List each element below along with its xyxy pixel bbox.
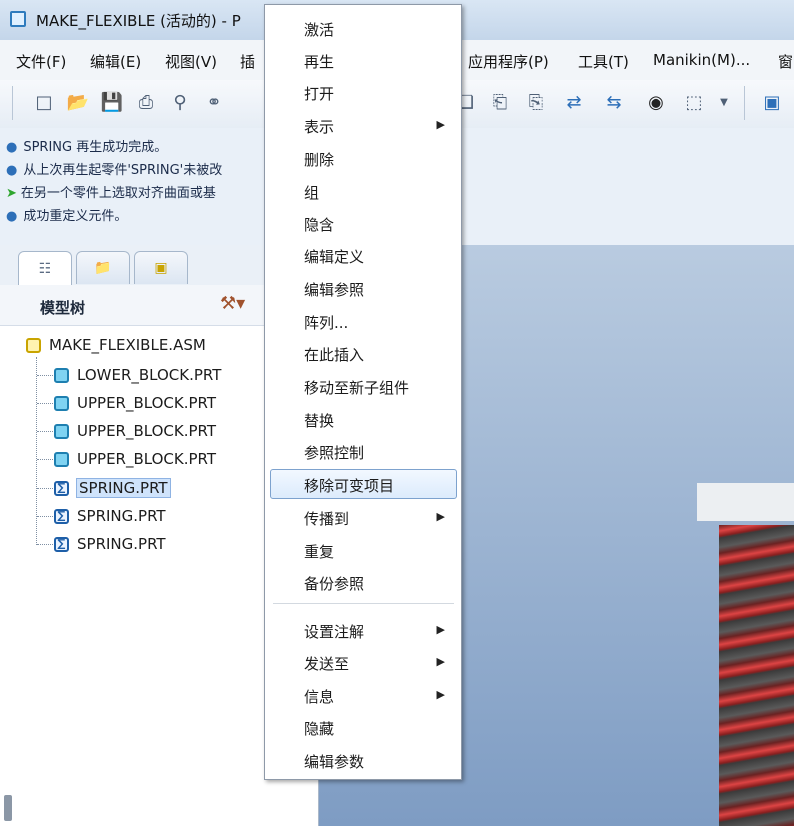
menu-separator xyxy=(273,603,454,604)
message-line: ● 成功重定义元件。 xyxy=(6,209,128,224)
tree-root-node[interactable]: MAKE_FLEXIBLE.ASM xyxy=(26,333,206,357)
tree-node-upper-block[interactable]: UPPER_BLOCK.PRT xyxy=(54,391,216,415)
menu-insert[interactable]: 插 xyxy=(240,51,255,72)
menu-item-regenerate[interactable]: 再生 xyxy=(265,45,461,75)
folder-icon: 📁 xyxy=(94,260,112,276)
menu-item-remove-flexible-items[interactable]: 移除可变项目 xyxy=(265,469,461,499)
save-icon[interactable]: 💾 xyxy=(98,88,126,116)
menu-item-delete[interactable]: 删除 xyxy=(265,143,461,173)
menu-item-repeat[interactable]: 重复 xyxy=(265,535,461,565)
menu-item-hide[interactable]: 隐藏 xyxy=(265,712,461,742)
tab-favorites[interactable]: ▣ xyxy=(134,251,188,284)
menu-edit[interactable]: 编辑(E) xyxy=(90,51,141,72)
link-icon[interactable]: ⚭ xyxy=(200,88,228,116)
menu-item-reference-control[interactable]: 参照控制 xyxy=(265,436,461,466)
window-title: MAKE_FLEXIBLE (活动的) - P xyxy=(36,12,241,30)
tree-connector xyxy=(37,544,53,546)
tree-connector xyxy=(37,431,53,433)
part-icon xyxy=(54,395,69,411)
menu-item-send-to[interactable]: 发送至 ▶ xyxy=(265,647,461,677)
regenerate-manager-icon[interactable]: ⇆ xyxy=(600,88,628,116)
tree-settings-icon[interactable]: ⚒▾ xyxy=(220,293,245,314)
menu-item-replace[interactable]: 替换 xyxy=(265,404,461,434)
app-icon xyxy=(10,11,26,27)
menu-item-backup-references[interactable]: 备份参照 xyxy=(265,567,461,597)
menu-item-move-to-new-subassembly[interactable]: 移动至新子组件 xyxy=(265,371,461,401)
menu-item-pattern[interactable]: 阵列... xyxy=(265,306,461,336)
menu-item-setup-note[interactable]: 设置注解 ▶ xyxy=(265,615,461,645)
menu-item-edit-definition[interactable]: 编辑定义 xyxy=(265,240,461,270)
part-icon xyxy=(54,451,69,467)
tree-node-upper-block[interactable]: UPPER_BLOCK.PRT xyxy=(54,419,216,443)
prompt-line: ➤ 在另一个零件上选取对齐曲面或基 xyxy=(6,186,216,201)
menu-manikin[interactable]: Manikin(M)... xyxy=(653,51,750,69)
select-box-icon[interactable]: ⬚ xyxy=(680,88,708,116)
message-line: ● SPRING 再生成功完成。 xyxy=(6,140,168,155)
message-line: ● 从上次再生起零件'SPRING'未被改 xyxy=(6,163,223,178)
context-menu: 激活 再生 打开 表示 ▶ 删除 组 隐含 编辑定义 编辑参照 阵列... 在此插… xyxy=(264,4,462,780)
menu-item-edit-parameters[interactable]: 编辑参数 xyxy=(265,745,461,775)
regenerate-icon[interactable]: ⇄ xyxy=(560,88,588,116)
tree-node-lower-block[interactable]: LOWER_BLOCK.PRT xyxy=(54,363,221,387)
tree-node-upper-block[interactable]: UPPER_BLOCK.PRT xyxy=(54,447,216,471)
toolbar-separator xyxy=(744,86,745,120)
assembly-icon xyxy=(26,337,41,353)
block-model xyxy=(697,483,794,521)
tree-connector xyxy=(37,459,53,461)
tree-connector xyxy=(37,403,53,405)
menu-item-represent[interactable]: 表示 ▶ xyxy=(265,110,461,140)
tree-connector xyxy=(37,516,53,518)
paste-special-icon[interactable]: ⎘ xyxy=(522,88,550,116)
submenu-arrow-icon: ▶ xyxy=(436,510,445,523)
spring-model xyxy=(719,525,794,826)
tab-folder-browser[interactable]: 📁 xyxy=(76,251,130,284)
panel-scroll-grip[interactable] xyxy=(4,795,12,821)
menu-tools[interactable]: 工具(T) xyxy=(578,51,629,72)
flexible-part-icon: ∑ xyxy=(54,536,69,552)
tree-connector xyxy=(37,375,53,377)
model-tree-icon: ☷ xyxy=(38,260,52,277)
part-icon xyxy=(54,367,69,383)
submenu-arrow-icon: ▶ xyxy=(436,688,445,701)
dropdown-icon[interactable]: ▼ xyxy=(710,88,738,116)
menu-item-edit-references[interactable]: 编辑参照 xyxy=(265,273,461,303)
menu-item-suppress[interactable]: 隐含 xyxy=(265,208,461,238)
menu-item-info[interactable]: 信息 ▶ xyxy=(265,680,461,710)
submenu-arrow-icon: ▶ xyxy=(436,623,445,636)
submenu-arrow-icon: ▶ xyxy=(436,118,445,131)
menu-view[interactable]: 视图(V) xyxy=(165,51,217,72)
submenu-arrow-icon: ▶ xyxy=(436,655,445,668)
tree-connector xyxy=(37,488,53,490)
menu-item-propagate-to[interactable]: 传播到 ▶ xyxy=(265,502,461,532)
flexible-part-icon: ∑ xyxy=(54,508,69,524)
menu-file[interactable]: 文件(F) xyxy=(16,51,66,72)
menu-item-insert-here[interactable]: 在此插入 xyxy=(265,338,461,368)
model-tree-title: 模型树 xyxy=(40,299,86,317)
part-icon xyxy=(54,423,69,439)
tree-node-spring-selected[interactable]: ∑ SPRING.PRT xyxy=(54,476,171,500)
tree-node-spring[interactable]: ∑ SPRING.PRT xyxy=(54,504,166,528)
find-icon[interactable]: ◉ xyxy=(642,88,670,116)
print-icon[interactable]: ⎙ xyxy=(132,88,160,116)
lock-icon[interactable]: ⚲ xyxy=(166,88,194,116)
menu-window[interactable]: 窗 xyxy=(778,51,793,72)
tree-node-spring[interactable]: ∑ SPRING.PRT xyxy=(54,532,166,556)
menu-item-activate[interactable]: 激活 xyxy=(265,13,461,43)
paste-icon[interactable]: ⎗ xyxy=(486,88,514,116)
menu-item-group[interactable]: 组 xyxy=(265,176,461,206)
new-icon[interactable]: □ xyxy=(30,88,58,116)
toolbar-grip xyxy=(12,86,13,120)
favorites-icon: ▣ xyxy=(154,260,168,276)
open-icon[interactable]: 📂 xyxy=(64,88,92,116)
view-icon[interactable]: ▣ xyxy=(758,88,786,116)
menu-item-open[interactable]: 打开 xyxy=(265,77,461,107)
menu-applications[interactable]: 应用程序(P) xyxy=(468,51,549,72)
tab-model-tree[interactable]: ☷ xyxy=(18,251,72,285)
flexible-part-icon: ∑ xyxy=(54,480,69,496)
